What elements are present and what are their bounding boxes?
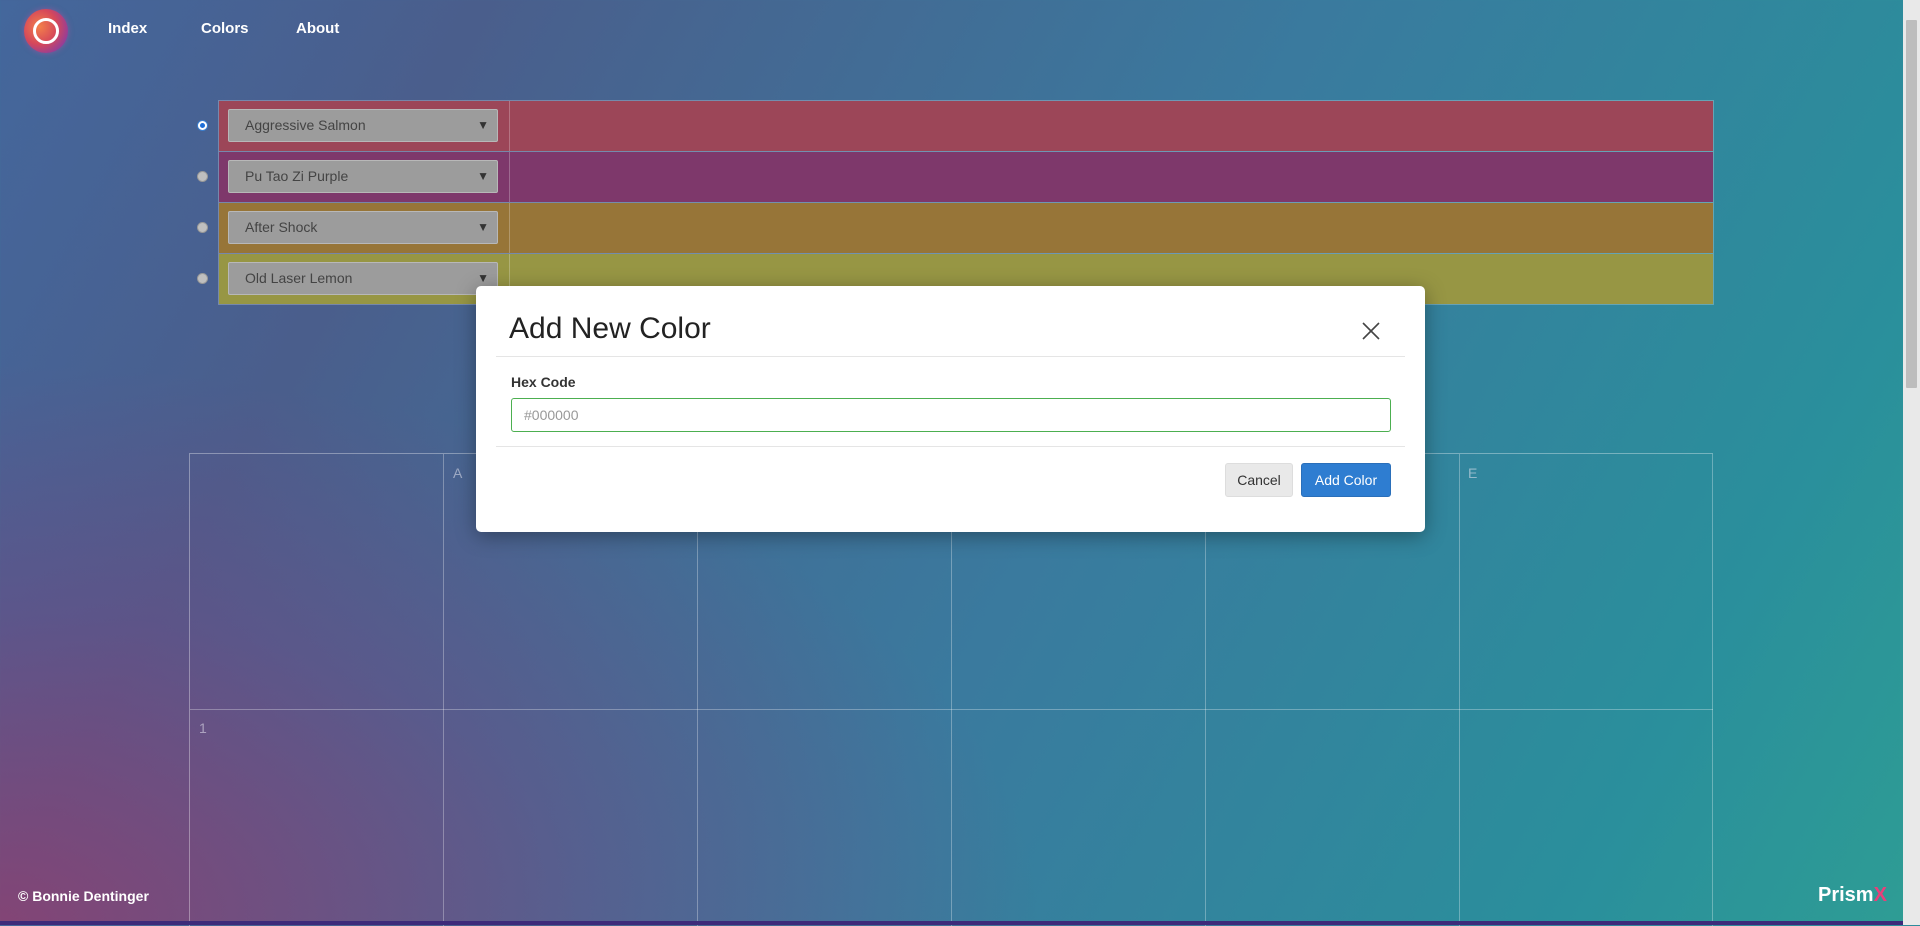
- nav-link-colors[interactable]: Colors: [201, 20, 249, 37]
- scrollbar-thumb[interactable]: [1906, 20, 1917, 388]
- modal-title: Add New Color: [509, 312, 711, 345]
- color-select-value: Old Laser Lemon: [245, 270, 353, 286]
- brand-accent: X: [1873, 884, 1887, 906]
- bottom-strip: [0, 921, 1903, 925]
- chevron-down-icon: ▼: [477, 118, 489, 132]
- grid-line: [190, 709, 1713, 710]
- color-select[interactable]: After Shock ▼: [228, 211, 498, 244]
- copyright-icon: ©: [18, 888, 29, 904]
- cancel-button[interactable]: Cancel: [1225, 463, 1293, 497]
- grid-line: [443, 454, 444, 926]
- grid-row-label: 1: [199, 720, 207, 736]
- grid-line: [1712, 454, 1713, 926]
- grid-line: [1459, 454, 1460, 926]
- color-swatch: [510, 203, 1713, 253]
- color-select-value: Pu Tao Zi Purple: [245, 168, 349, 184]
- color-row: Aggressive Salmon ▼: [197, 101, 1713, 152]
- add-color-modal: Add New Color Hex Code Cancel Add Color: [476, 286, 1425, 532]
- color-select-value: After Shock: [245, 219, 318, 235]
- color-row-radio[interactable]: [197, 222, 208, 233]
- color-select-value: Aggressive Salmon: [245, 117, 366, 133]
- hex-code-label: Hex Code: [511, 374, 576, 390]
- brand-logo: PrismX: [1818, 884, 1887, 907]
- brand-main: Prism: [1818, 884, 1874, 906]
- chevron-down-icon: ▼: [477, 169, 489, 183]
- page-scrollbar[interactable]: [1903, 0, 1920, 925]
- color-palette-rows: Aggressive Salmon ▼ Pu Tao Zi Purple ▼ A…: [197, 100, 1714, 305]
- modal-header-divider: [496, 356, 1405, 357]
- color-row-radio[interactable]: [197, 273, 208, 284]
- color-row-radio[interactable]: [197, 171, 208, 182]
- color-row: Pu Tao Zi Purple ▼: [197, 152, 1713, 203]
- add-color-button[interactable]: Add Color: [1301, 463, 1391, 497]
- grid-column-label: A: [453, 465, 463, 481]
- modal-footer-divider: [496, 446, 1405, 447]
- top-nav: Index Colors About: [0, 0, 1900, 60]
- hex-code-input[interactable]: [511, 398, 1391, 432]
- close-icon[interactable]: [1360, 320, 1382, 342]
- color-swatch: [510, 152, 1713, 202]
- color-row: After Shock ▼: [197, 203, 1713, 254]
- color-swatch: [510, 101, 1713, 151]
- color-row-radio[interactable]: [197, 120, 208, 131]
- logo-icon[interactable]: [24, 9, 68, 53]
- grid-column-label: E: [1468, 465, 1478, 481]
- color-select[interactable]: Old Laser Lemon ▼: [228, 262, 498, 295]
- chevron-down-icon: ▼: [477, 220, 489, 234]
- copyright: © Bonnie Dentinger: [18, 888, 149, 904]
- color-select[interactable]: Pu Tao Zi Purple ▼: [228, 160, 498, 193]
- nav-link-about[interactable]: About: [296, 20, 339, 37]
- nav-link-index[interactable]: Index: [108, 20, 147, 37]
- color-select[interactable]: Aggressive Salmon ▼: [228, 109, 498, 142]
- copyright-name: Bonnie Dentinger: [32, 888, 149, 904]
